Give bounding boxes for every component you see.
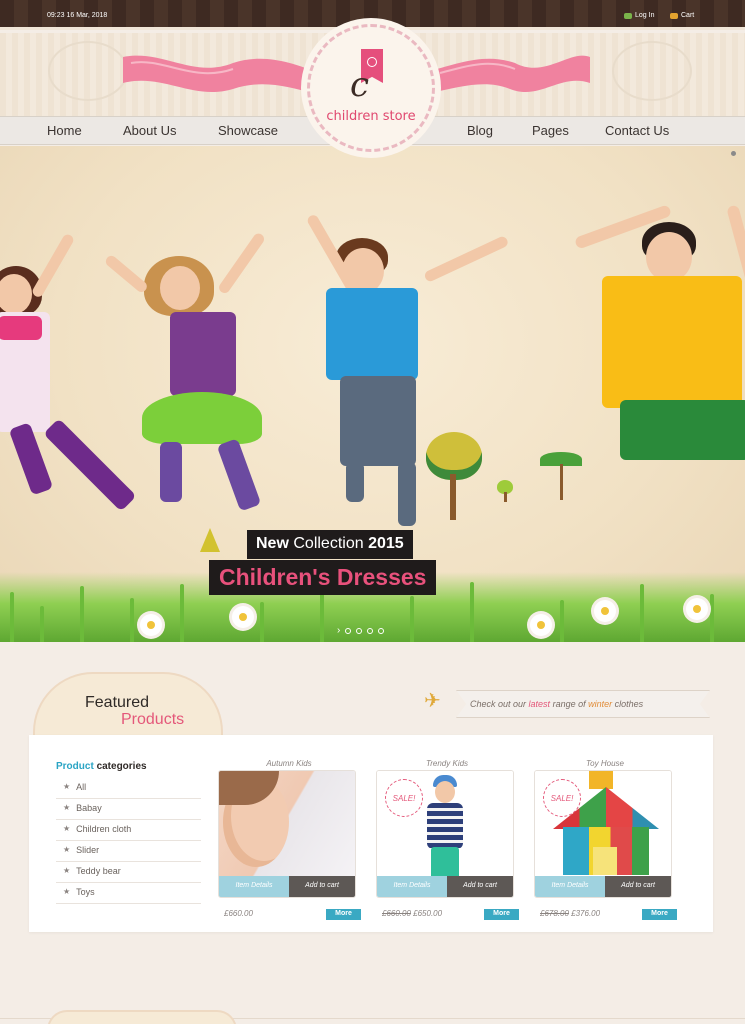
cart-icon xyxy=(670,12,678,19)
product-image-frame[interactable]: SALE! Item Details Add to cart xyxy=(534,770,672,898)
current-datetime: 09:23 16 Mar, 2018 xyxy=(47,12,108,19)
hero-daisy xyxy=(686,598,708,620)
ribbon-right xyxy=(430,49,590,101)
airplane-icon: ✈ xyxy=(424,690,441,712)
nav-contact-us[interactable]: Contact Us xyxy=(605,123,669,138)
store-logo[interactable]: c children store xyxy=(307,24,435,152)
product-image-frame[interactable]: Item Details Add to cart xyxy=(218,770,356,898)
slider-dot-4[interactable] xyxy=(378,627,385,634)
star-icon: ★ xyxy=(63,803,71,812)
add-to-cart-button[interactable]: Add to cart xyxy=(605,876,671,897)
hero-daisy xyxy=(140,614,162,636)
login-link[interactable]: Log In xyxy=(624,12,654,19)
category-item-children-cloth[interactable]: ★ Children cloth xyxy=(56,820,201,841)
nav-blog[interactable]: Blog xyxy=(467,123,493,138)
nav-showcase[interactable]: Showcase xyxy=(218,123,278,138)
item-details-button[interactable]: Item Details xyxy=(377,876,447,897)
hero-daisy xyxy=(530,614,552,636)
featured-heading: Featured Products xyxy=(33,672,223,736)
more-button[interactable]: More xyxy=(484,909,519,920)
category-item-slider[interactable]: ★ Slider xyxy=(56,841,201,862)
hero-slider: New Collection 2015 Children's Dresses › xyxy=(0,146,745,642)
product-name: Trendy Kids xyxy=(425,759,469,768)
nav-about-us[interactable]: About Us xyxy=(123,123,176,138)
item-details-button[interactable]: Item Details xyxy=(219,876,289,897)
product-price: £660.00 £650.00 xyxy=(382,909,443,918)
slider-pagination: › xyxy=(337,625,385,636)
logo-mark: c xyxy=(350,65,370,105)
hero-cone-tree xyxy=(200,528,220,552)
product-price: £678.00 £376.00 xyxy=(540,909,601,918)
category-item-babay[interactable]: ★ Babay xyxy=(56,799,201,820)
hero-daisy xyxy=(594,600,616,622)
slider-indicator-dot xyxy=(731,151,736,156)
featured-title-line2: Products xyxy=(121,711,185,728)
item-details-button[interactable]: Item Details xyxy=(535,876,605,897)
slider-next-arrow-icon[interactable]: › xyxy=(337,625,340,636)
more-button[interactable]: More xyxy=(642,909,677,920)
product-name: Autumn Kids xyxy=(266,759,312,768)
categories-list: ★ All ★ Babay ★ Children cloth ★ Slider ★ Ted… xyxy=(56,778,201,904)
hero-caption-main: Children's Dresses xyxy=(209,560,437,595)
more-button[interactable]: More xyxy=(326,909,361,920)
product-name: Toy House xyxy=(586,759,624,768)
star-icon: ★ xyxy=(63,887,71,896)
category-item-toys[interactable]: ★ Toys xyxy=(56,883,201,904)
slider-dot-3[interactable] xyxy=(367,627,374,634)
products-panel: Product categories ★ All ★ Babay ★ Children… xyxy=(29,735,713,932)
star-icon: ★ xyxy=(63,845,71,854)
category-item-teddy-bear[interactable]: ★ Teddy bear xyxy=(56,862,201,883)
nav-pages[interactable]: Pages xyxy=(532,123,569,138)
sale-badge: SALE! xyxy=(543,779,581,817)
decorative-swirl-left xyxy=(48,41,128,101)
featured-title-line1: Featured xyxy=(85,694,150,711)
promo-banner: Check out our latest range of winter clo… xyxy=(456,690,710,718)
logo-text: children store xyxy=(326,109,416,124)
slider-dot-1[interactable] xyxy=(345,627,352,634)
cart-label: Cart xyxy=(681,12,695,19)
decorative-swirl-right xyxy=(612,41,692,101)
ribbon-left xyxy=(123,49,313,101)
slider-dot-2[interactable] xyxy=(356,627,363,634)
star-icon: ★ xyxy=(63,824,71,833)
star-icon: ★ xyxy=(63,782,71,791)
cart-link[interactable]: Cart xyxy=(670,12,694,19)
sale-badge: SALE! xyxy=(385,779,423,817)
product-price: £660.00 xyxy=(224,909,253,918)
hero-caption-collection: New Collection 2015 xyxy=(247,530,413,559)
categories-title: Product categories xyxy=(56,761,147,772)
login-label: Log In xyxy=(635,12,655,19)
add-to-cart-button[interactable]: Add to cart xyxy=(289,876,355,897)
star-icon: ★ xyxy=(63,866,71,875)
add-to-cart-button[interactable]: Add to cart xyxy=(447,876,513,897)
footer-heading-cloud xyxy=(47,1010,237,1024)
user-icon xyxy=(624,12,632,19)
hero-daisy xyxy=(232,606,254,628)
category-item-all[interactable]: ★ All xyxy=(56,778,201,799)
product-image-frame[interactable]: SALE! Item Details Add to cart xyxy=(376,770,514,898)
nav-home[interactable]: Home xyxy=(47,123,82,138)
